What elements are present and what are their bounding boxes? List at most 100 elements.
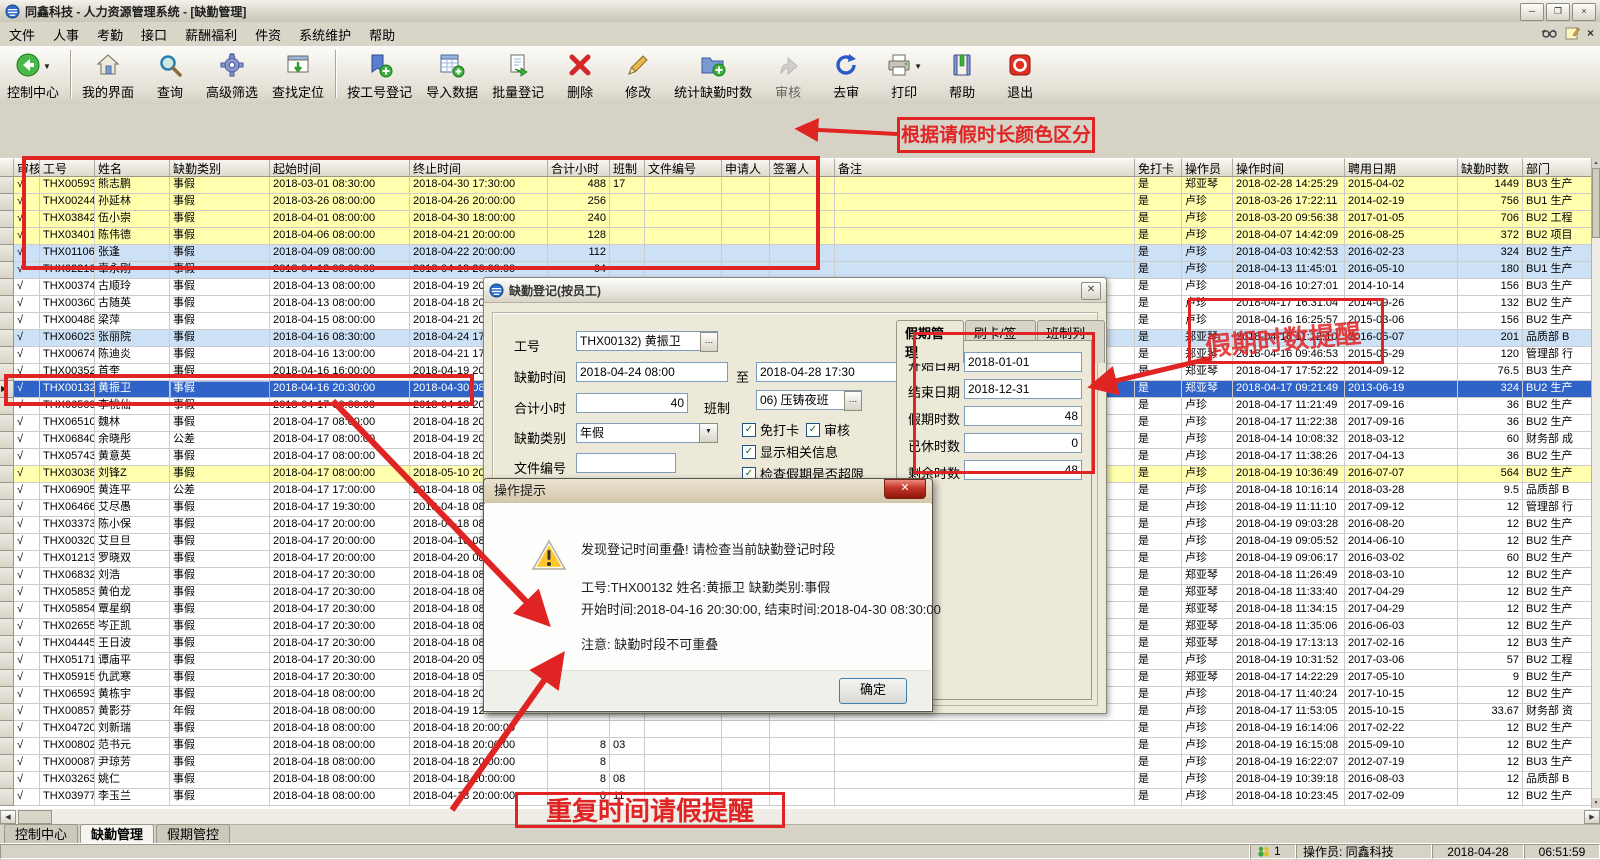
toolbar-button-去审[interactable]: 去审 [818,48,874,103]
row-selector[interactable] [0,449,14,466]
menu-item-件资[interactable]: 件资 [246,22,290,47]
dlg-emp-browse-button[interactable]: … [700,332,718,352]
row-selector[interactable] [0,534,14,551]
column-header-缺勤时数[interactable]: 缺勤时数 [1458,158,1523,177]
row-selector[interactable] [0,551,14,568]
toolbar-button-按工号登记[interactable]: 按工号登记 [341,48,418,103]
row-selector[interactable] [0,755,14,772]
dlg-time-from-input[interactable]: 2018-04-24 08:00 [576,362,728,382]
row-selector[interactable] [0,296,14,313]
toolbar-button-修改[interactable]: 修改 [610,48,666,103]
bottom-tab-假期管控[interactable]: 假期管控 [156,824,230,844]
dlg-shift-browse-button[interactable]: … [844,391,862,411]
table-row-THX03977[interactable]: √THX03977李玉兰事假2018-04-18 08:00:002018-04… [0,789,1592,806]
checkbox-icon[interactable]: ✓ [742,445,756,459]
ok-button[interactable]: 确定 [839,678,907,704]
row-selector[interactable] [0,721,14,738]
row-selector[interactable] [0,619,14,636]
dlg-cat-select[interactable]: 年假 [576,423,716,443]
column-header-操作员[interactable]: 操作员 [1182,158,1233,177]
toolbar-button-导入数据[interactable]: 导入数据 [420,48,484,103]
close-button[interactable]: × [1572,3,1596,21]
menu-item-系统维护[interactable]: 系统维护 [290,22,360,47]
checkbox-显示相关信息[interactable]: ✓显示相关信息 [742,442,838,461]
checkbox-审核[interactable]: ✓审核 [806,420,850,439]
dlg-hours-input[interactable]: 40 [576,393,688,413]
menu-item-薪酬福利[interactable]: 薪酬福利 [176,22,246,47]
checkbox-icon[interactable]: ✓ [742,423,756,437]
row-selector[interactable] [0,466,14,483]
column-header-聘用日期[interactable]: 聘用日期 [1345,158,1458,177]
dialog-close-icon[interactable]: ✕ [1081,282,1101,300]
row-selector[interactable] [0,687,14,704]
row-selector[interactable] [0,585,14,602]
row-selector[interactable] [0,194,14,211]
row-selector[interactable] [0,313,14,330]
row-selector[interactable] [0,704,14,721]
row-selector[interactable] [0,568,14,585]
row-selector[interactable] [0,279,14,296]
column-header-部门[interactable]: 部门 [1523,158,1592,177]
row-selector-header[interactable] [0,158,14,177]
row-selector[interactable] [0,415,14,432]
row-selector[interactable] [0,500,14,517]
column-header-免打卡[interactable]: 免打卡 [1135,158,1182,177]
row-selector[interactable] [0,432,14,449]
row-selector[interactable] [0,262,14,279]
row-selector[interactable] [0,330,14,347]
row-selector[interactable] [0,211,14,228]
bottom-tab-控制中心[interactable]: 控制中心 [4,824,78,844]
row-selector[interactable] [0,483,14,500]
toolbar-button-查询[interactable]: 查询 [142,48,198,103]
menu-item-接口[interactable]: 接口 [132,22,176,47]
toolbar-button-批量登记[interactable]: 批量登记 [486,48,550,103]
dlg-cat-dropdown-icon[interactable]: ▼ [699,423,718,443]
dlg-file-input[interactable] [576,453,676,473]
table-row-THX00087[interactable]: √THX00087尹琼芳事假2018-04-18 08:00:002018-04… [0,755,1592,772]
edit-note-icon[interactable] [1564,25,1580,41]
row-selector[interactable] [0,653,14,670]
dropdown-caret-icon[interactable]: ▼ [43,62,51,71]
menu-item-考勤[interactable]: 考勤 [88,22,132,47]
menu-item-人事[interactable]: 人事 [44,22,88,47]
toolbar-button-我的界面[interactable]: 我的界面 [76,48,140,103]
toolbar-button-帮助[interactable]: 帮助 [934,48,990,103]
row-selector[interactable] [0,517,14,534]
vscroll-thumb[interactable] [1592,168,1600,238]
menu-item-文件[interactable]: 文件 [0,22,44,47]
toolbar-button-删除[interactable]: 删除 [552,48,608,103]
toolbar-button-控制中心[interactable]: ▼控制中心 [1,48,65,103]
row-selector[interactable] [0,228,14,245]
dropdown-caret-icon[interactable]: ▼ [914,62,922,71]
table-row-THX04720[interactable]: √THX04720刘新瑞事假2018-04-18 08:00:002018-04… [0,721,1592,738]
bottom-tab-缺勤管理[interactable]: 缺勤管理 [80,824,154,844]
checkbox-免打卡[interactable]: ✓免打卡 [742,420,799,439]
column-header-操作时间[interactable]: 操作时间 [1233,158,1345,177]
restore-button[interactable]: ❐ [1546,3,1570,21]
row-selector[interactable] [0,245,14,262]
table-row-THX03263[interactable]: √THX03263姚仁事假2018-04-18 08:00:002018-04-… [0,772,1592,789]
preview-icon[interactable] [1541,25,1557,41]
minimize-button[interactable]: ─ [1520,3,1544,21]
vertical-scrollbar[interactable]: ▲ ▼ [1591,158,1600,808]
close-pane-icon[interactable]: × [1587,26,1594,40]
toolbar-button-统计缺勤时数[interactable]: 统计缺勤时数 [668,48,758,103]
scroll-left-icon[interactable]: ◀ [0,810,16,824]
horizontal-scrollbar[interactable]: ◀ ▶ [0,808,1600,825]
row-selector[interactable] [0,789,14,806]
toolbar-button-打印[interactable]: ▼打印 [876,48,932,103]
dlg-emp-input[interactable]: THX00132) 黄振卫 [576,331,718,351]
modal-close-icon[interactable]: ✕ [884,479,926,499]
row-selector[interactable] [0,772,14,789]
scroll-right-icon[interactable]: ▶ [1584,810,1600,824]
row-selector[interactable] [0,670,14,687]
menu-item-帮助[interactable]: 帮助 [360,22,404,47]
scroll-down-icon[interactable]: ▼ [1592,798,1600,808]
toolbar-button-退出[interactable]: 退出 [992,48,1048,103]
hscroll-thumb[interactable] [18,810,52,824]
row-selector[interactable] [0,602,14,619]
modal-title[interactable]: 操作提示 [484,479,932,504]
dialog-title-bar[interactable]: 缺勤登记(按员工) ✕ [484,278,1106,303]
toolbar-button-查找定位[interactable]: 查找定位 [266,48,330,103]
row-selector[interactable] [0,636,14,653]
